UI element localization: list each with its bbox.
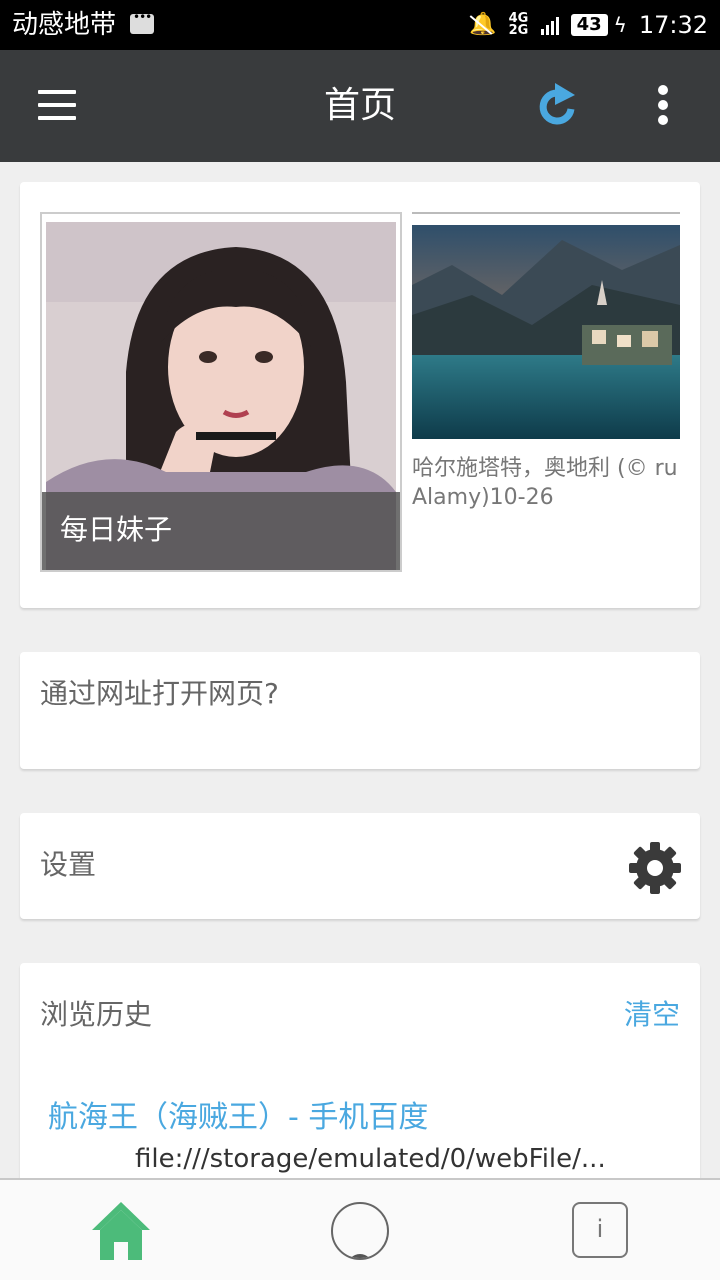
caption-overlay: 每日妹子 (42, 492, 400, 570)
more-vert-icon[interactable] (648, 85, 678, 129)
bell-off-icon: 🔔 (469, 10, 496, 40)
featured-card: 每日妹子 哈尔施塔特，奥地利 (© ru Alamy)10-26 (20, 182, 700, 608)
history-item-title: 航海王（海贼王）- 手机百度 (48, 1100, 429, 1135)
clock: 17:32 (638, 11, 708, 39)
carrier-label: 动感地带 (12, 10, 117, 40)
featured-caption: 哈尔施塔特，奥地利 (© ru Alamy)10-26 (412, 456, 678, 510)
network-type-icon: 4G 2G (508, 11, 529, 38)
circle-icon[interactable] (331, 1202, 389, 1260)
app-bar: 首页 (0, 50, 720, 162)
bottom-nav: i (0, 1178, 720, 1280)
status-bar: 动感地带 🔔 4G 2G 43 ϟ 17:32 (0, 0, 720, 50)
status-icons: 🔔 4G 2G 43 ϟ 17:32 (469, 10, 708, 40)
history-card: 浏览历史 清空 航海王（海贼王）- 手机百度 file:///storage/e… (20, 963, 700, 1203)
featured-caption: 每日妹子 (60, 513, 173, 546)
info-glyph: i (596, 1215, 604, 1243)
clear-history-button[interactable]: 清空 (624, 997, 680, 1033)
home-icon[interactable] (90, 1200, 152, 1262)
settings-card[interactable]: 设置 (20, 813, 700, 919)
battery-icon: 43 (570, 14, 608, 36)
divider (412, 212, 680, 214)
page-title: 首页 (323, 85, 396, 126)
charging-icon: ϟ (613, 13, 627, 37)
signal-icon (540, 15, 559, 35)
featured-image-daily[interactable]: 每日妹子 (40, 212, 402, 572)
menu-icon[interactable] (38, 90, 76, 120)
gear-icon[interactable] (628, 841, 682, 895)
message-notification-icon (130, 10, 154, 34)
featured-image-bing[interactable]: 哈尔施塔特，奥地利 (© ru Alamy)10-26 (412, 212, 680, 522)
history-label: 浏览历史 (40, 998, 153, 1031)
refresh-icon[interactable] (535, 83, 579, 129)
history-item-url: file:///storage/emulated/0/webFile/... (135, 1144, 606, 1174)
info-icon[interactable]: i (572, 1202, 628, 1258)
open-url-card[interactable]: 通过网址打开网页? (20, 652, 700, 769)
history-item[interactable]: 航海王（海贼王）- 手机百度 file:///storage/emulated/… (20, 1093, 700, 1183)
open-url-label: 通过网址打开网页? (40, 677, 279, 710)
settings-label: 设置 (40, 848, 97, 881)
landscape-photo (412, 225, 680, 439)
